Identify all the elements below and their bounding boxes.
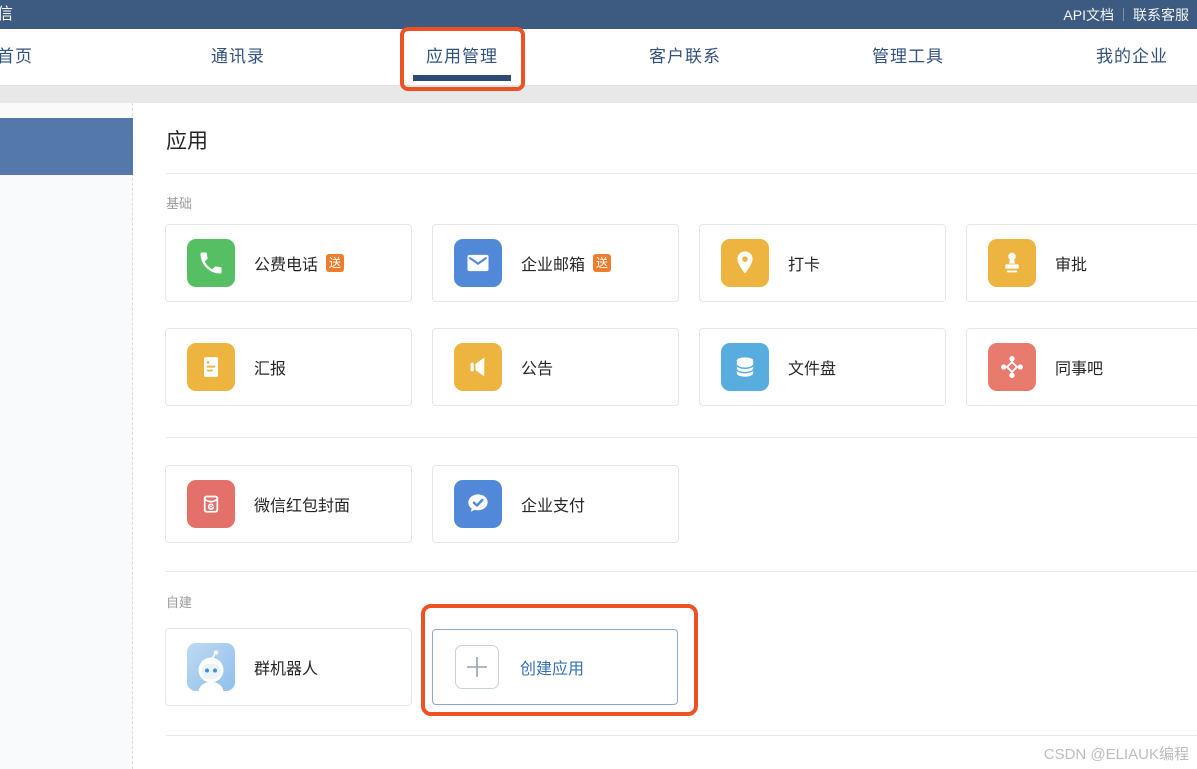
app-card-enterprise-pay[interactable]: 企业支付	[432, 465, 679, 543]
plus-icon	[455, 645, 499, 689]
header-divider-strip	[0, 85, 1197, 103]
app-card-red-packet-cover[interactable]: 微信红包封面	[165, 465, 412, 543]
create-app-button[interactable]: 创建应用	[432, 629, 678, 705]
divider	[166, 735, 1197, 736]
divider	[166, 173, 1197, 174]
app-label: 打卡	[788, 257, 821, 274]
chat-check-icon	[454, 480, 502, 528]
app-label: 微信红包封面	[254, 498, 351, 515]
app-label: 公告	[521, 361, 554, 378]
robot-icon	[187, 643, 235, 691]
app-label: 公费电话	[254, 257, 319, 274]
divider	[166, 571, 1197, 572]
app-card-enterprise-mail[interactable]: 企业邮箱 送	[432, 224, 679, 302]
tab-contacts[interactable]: 通讯录	[211, 29, 265, 85]
stamp-icon	[988, 239, 1036, 287]
mail-icon	[454, 239, 502, 287]
phone-icon	[187, 239, 235, 287]
topbar: 企业微信 API文档 联系客服	[0, 0, 1197, 29]
megaphone-icon	[454, 343, 502, 391]
app-label: 审批	[1055, 257, 1088, 274]
red-envelope-icon	[187, 480, 235, 528]
app-label: 汇报	[254, 361, 287, 378]
section-label-basic: 基础	[166, 196, 193, 211]
topbar-links: API文档 联系客服	[1063, 0, 1189, 29]
divider	[166, 437, 1197, 438]
tab-customer[interactable]: 客户联系	[649, 29, 721, 85]
main-content: 应用 基础 公费电话 送 企业邮箱 送 打卡 审批 汇报 公告 文件盘 同事吧 …	[133, 103, 1197, 769]
location-pin-icon	[721, 239, 769, 287]
app-card-free-call[interactable]: 公费电话 送	[165, 224, 412, 302]
app-label: 文件盘	[788, 361, 837, 378]
app-card-colleague-bar[interactable]: 同事吧	[966, 328, 1197, 406]
nodes-diamond-icon	[988, 343, 1036, 391]
app-label: 企业邮箱	[521, 257, 586, 274]
tab-app-management[interactable]: 应用管理	[413, 29, 511, 85]
app-card-checkin[interactable]: 打卡	[699, 224, 946, 302]
app-card-filedisk[interactable]: 文件盘	[699, 328, 946, 406]
app-card-announcement[interactable]: 公告	[432, 328, 679, 406]
app-card-report[interactable]: 汇报	[165, 328, 412, 406]
tab-admin-tools[interactable]: 管理工具	[872, 29, 944, 85]
app-row: 群机器人 创建应用	[165, 628, 678, 706]
separator	[1123, 8, 1124, 21]
app-card-approval[interactable]: 审批	[966, 224, 1197, 302]
sidebar-selected-item[interactable]	[0, 118, 133, 175]
database-icon	[721, 343, 769, 391]
create-app-label: 创建应用	[520, 661, 585, 678]
wecom-logo: 企业微信	[0, 6, 15, 23]
app-label: 群机器人	[254, 661, 319, 678]
report-doc-icon	[187, 343, 235, 391]
app-label: 企业支付	[521, 498, 586, 515]
tab-my-company[interactable]: 我的企业	[1096, 29, 1168, 85]
api-docs-link[interactable]: API文档	[1063, 5, 1114, 25]
app-row: 汇报 公告 文件盘 同事吧	[165, 328, 1197, 406]
app-card-group-robot[interactable]: 群机器人	[165, 628, 412, 706]
tab-home[interactable]: 首页	[0, 29, 33, 85]
app-row: 公费电话 送 企业邮箱 送 打卡 审批	[165, 224, 1197, 302]
app-row: 微信红包封面 企业支付	[165, 465, 679, 543]
section-label-custom: 自建	[166, 595, 193, 610]
watermark: CSDN @ELIAUK编程	[1043, 746, 1189, 763]
app-label: 同事吧	[1055, 361, 1104, 378]
gift-badge: 送	[326, 254, 345, 272]
gift-badge: 送	[593, 254, 612, 272]
sidebar	[0, 103, 133, 769]
contact-support-link[interactable]: 联系客服	[1133, 5, 1189, 25]
page-title: 应用	[166, 130, 208, 153]
main-nav: 首页 通讯录 应用管理 客户联系 管理工具 我的企业	[0, 29, 1197, 85]
